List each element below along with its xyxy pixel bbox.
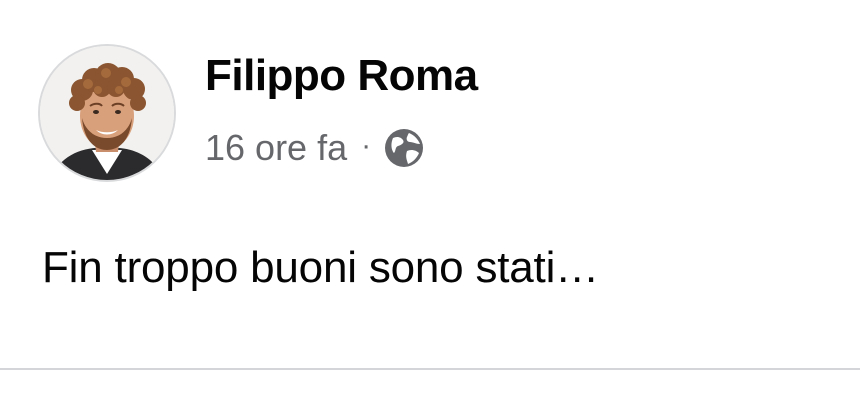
author-avatar[interactable] xyxy=(40,46,174,180)
post-card: Filippo Roma 16 ore fa · Fin troppo buon… xyxy=(0,0,860,396)
post-meta: 16 ore fa · xyxy=(205,127,425,169)
meta-separator: · xyxy=(361,129,372,162)
divider xyxy=(0,368,860,370)
globe-icon[interactable] xyxy=(383,127,425,169)
post-timestamp[interactable]: 16 ore fa xyxy=(205,130,347,166)
author-name[interactable]: Filippo Roma xyxy=(205,54,478,98)
post-text: Fin troppo buoni sono stati… xyxy=(42,243,599,292)
profile-photo xyxy=(40,46,174,180)
